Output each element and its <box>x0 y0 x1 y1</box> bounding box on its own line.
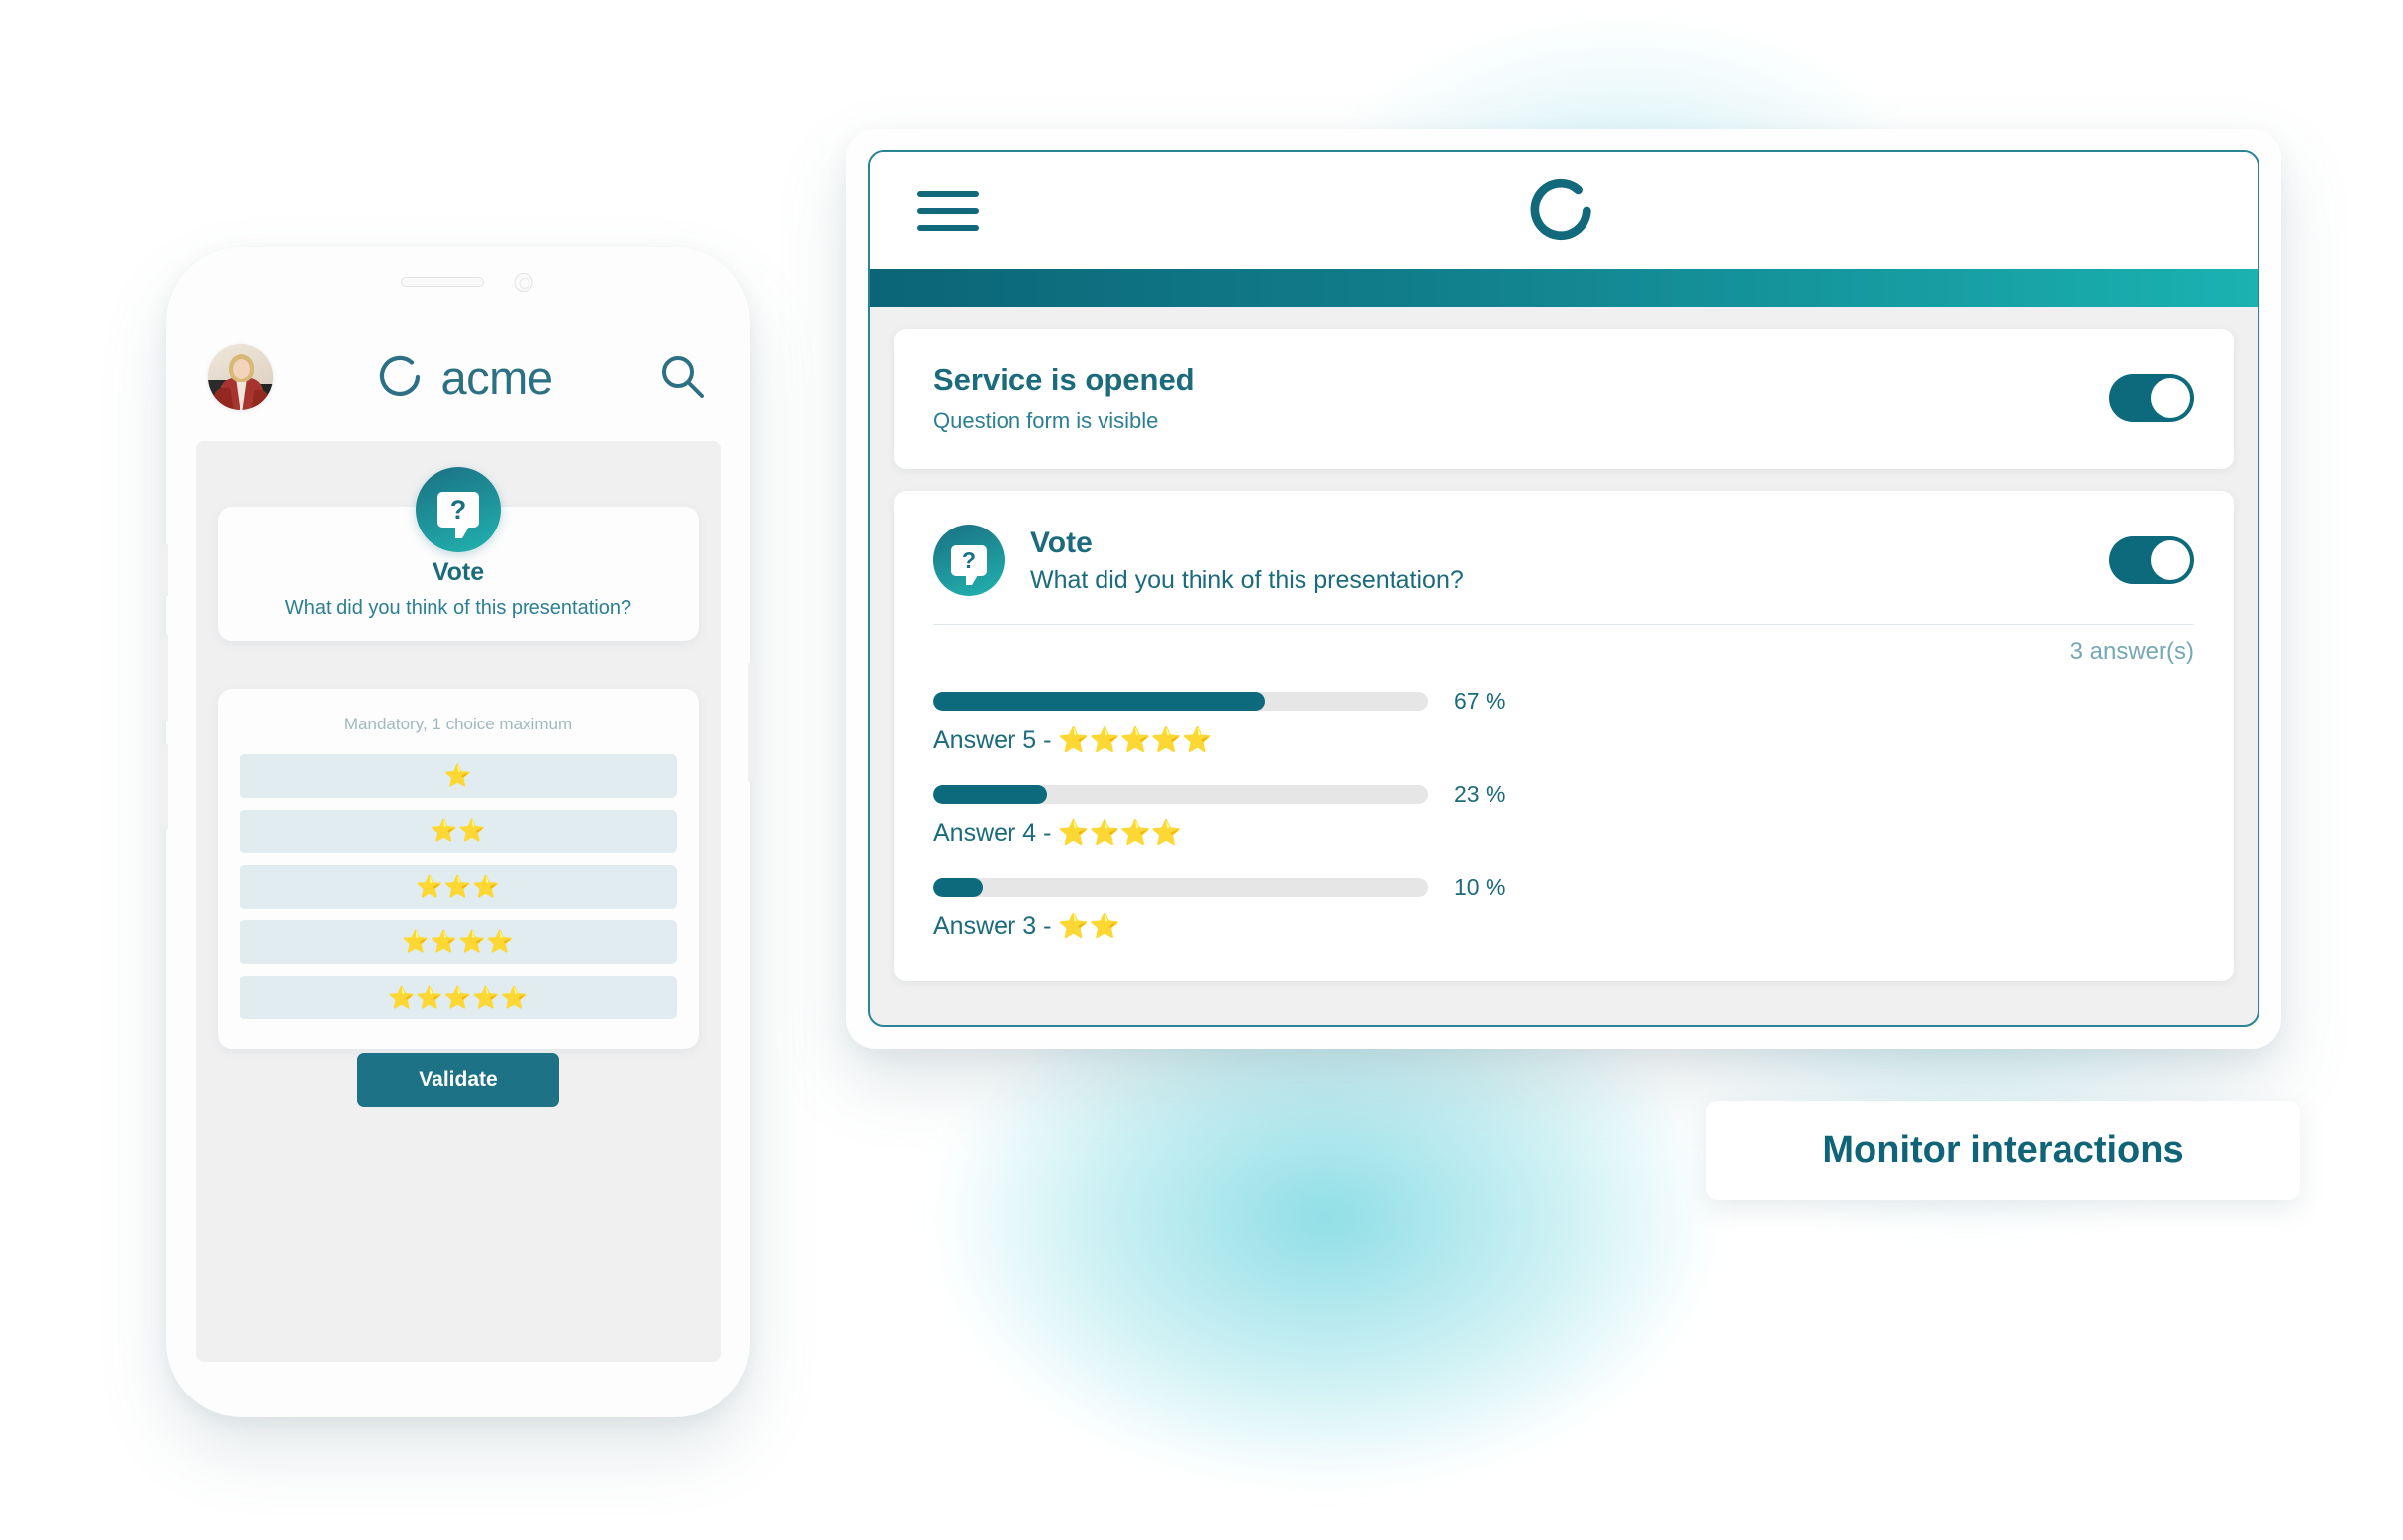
question-bubble-icon: ? <box>933 525 1005 596</box>
page-root: acme ? Vote What did you think of this p… <box>0 0 2403 1540</box>
result-bar-fill <box>933 692 1265 711</box>
phone-side-button-volume-down <box>162 744 168 829</box>
result-row: 10 % Answer 3 - ⭐⭐ <box>933 874 2194 941</box>
service-subtitle: Question form is visible <box>933 408 1159 433</box>
question-mark-glyph: ? <box>449 494 467 525</box>
choice-option-3[interactable]: ⭐⭐⭐ <box>240 865 677 909</box>
choice-option-1[interactable]: ⭐ <box>240 754 677 798</box>
result-bar-track <box>933 878 1428 897</box>
tablet-app-header <box>870 152 2258 269</box>
vote-toggle[interactable] <box>2109 536 2194 584</box>
search-icon[interactable] <box>657 351 709 403</box>
result-bar-track <box>933 785 1428 804</box>
phone-camera <box>514 273 533 292</box>
acme-ring-logo-icon <box>379 355 420 397</box>
toggle-knob <box>2151 540 2190 580</box>
result-percent: 67 % <box>1454 688 1506 714</box>
toggle-knob <box>2151 378 2190 418</box>
vote-card-header: ? Vote What did you think of this presen… <box>933 525 2194 596</box>
result-percent: 10 % <box>1454 874 1506 900</box>
phone-choices-card: Mandatory, 1 choice maximum ⭐ ⭐⭐ ⭐⭐⭐ ⭐⭐⭐… <box>218 689 699 1049</box>
result-label: Answer 5 - ⭐⭐⭐⭐⭐ <box>933 726 1213 754</box>
choice-option-5[interactable]: ⭐⭐⭐⭐⭐ <box>240 976 677 1019</box>
choice-option-2[interactable]: ⭐⭐ <box>240 810 677 853</box>
hamburger-menu-icon[interactable] <box>917 191 979 231</box>
tablet-screen: Service is opened Question form is visib… <box>868 150 2259 1027</box>
badge-label: Monitor interactions <box>1822 1128 2184 1171</box>
question-mark-glyph: ? <box>961 546 977 573</box>
phone-side-button-mute <box>162 544 168 596</box>
result-label: Answer 3 - ⭐⭐ <box>933 913 1120 940</box>
vote-question: What did you think of this presentation? <box>284 597 632 619</box>
vote-question: What did you think of this presentation? <box>1030 565 1464 594</box>
result-bar-track <box>933 692 1428 711</box>
acme-ring-logo-icon <box>1530 178 1591 241</box>
vote-title: Vote <box>432 558 485 586</box>
result-bar-fill <box>933 785 1047 804</box>
vote-results-card: ? Vote What did you think of this presen… <box>894 491 2234 981</box>
phone-screen: ? Vote What did you think of this presen… <box>196 441 721 1362</box>
phone-side-button-power <box>748 663 754 782</box>
accent-bar <box>870 269 2258 307</box>
result-row: 23 % Answer 4 - ⭐⭐⭐⭐ <box>933 781 2194 848</box>
brand-logo: acme <box>378 353 553 401</box>
result-bar-fill <box>933 878 983 897</box>
validate-button[interactable]: Validate <box>357 1053 559 1107</box>
result-label: Answer 4 - ⭐⭐⭐⭐ <box>933 819 1182 847</box>
service-toggle[interactable] <box>2109 374 2194 422</box>
phone-app-header: acme <box>166 319 750 435</box>
phone-side-button-volume-up <box>162 635 168 721</box>
service-title: Service is opened <box>933 362 1195 397</box>
question-bubble-icon: ? <box>416 467 501 552</box>
tablet-mockup: Service is opened Question form is visib… <box>846 129 2281 1049</box>
answer-count: 3 answer(s) <box>2069 638 2194 665</box>
brand-name: acme <box>440 350 553 404</box>
phone-mockup: acme ? Vote What did you think of this p… <box>162 247 754 1417</box>
validate-button-row: Validate <box>196 1053 721 1107</box>
phone-speaker <box>401 277 484 287</box>
result-percent: 23 % <box>1454 781 1506 807</box>
divider <box>933 624 2194 625</box>
vote-title: Vote <box>1030 526 1093 559</box>
service-status-card: Service is opened Question form is visib… <box>894 329 2234 469</box>
monitor-interactions-badge: Monitor interactions <box>1706 1101 2300 1200</box>
choices-hint: Mandatory, 1 choice maximum <box>343 715 573 733</box>
avatar[interactable] <box>208 344 273 410</box>
result-row: 67 % Answer 5 - ⭐⭐⭐⭐⭐ <box>933 688 2194 755</box>
choice-option-4[interactable]: ⭐⭐⭐⭐ <box>240 920 677 964</box>
